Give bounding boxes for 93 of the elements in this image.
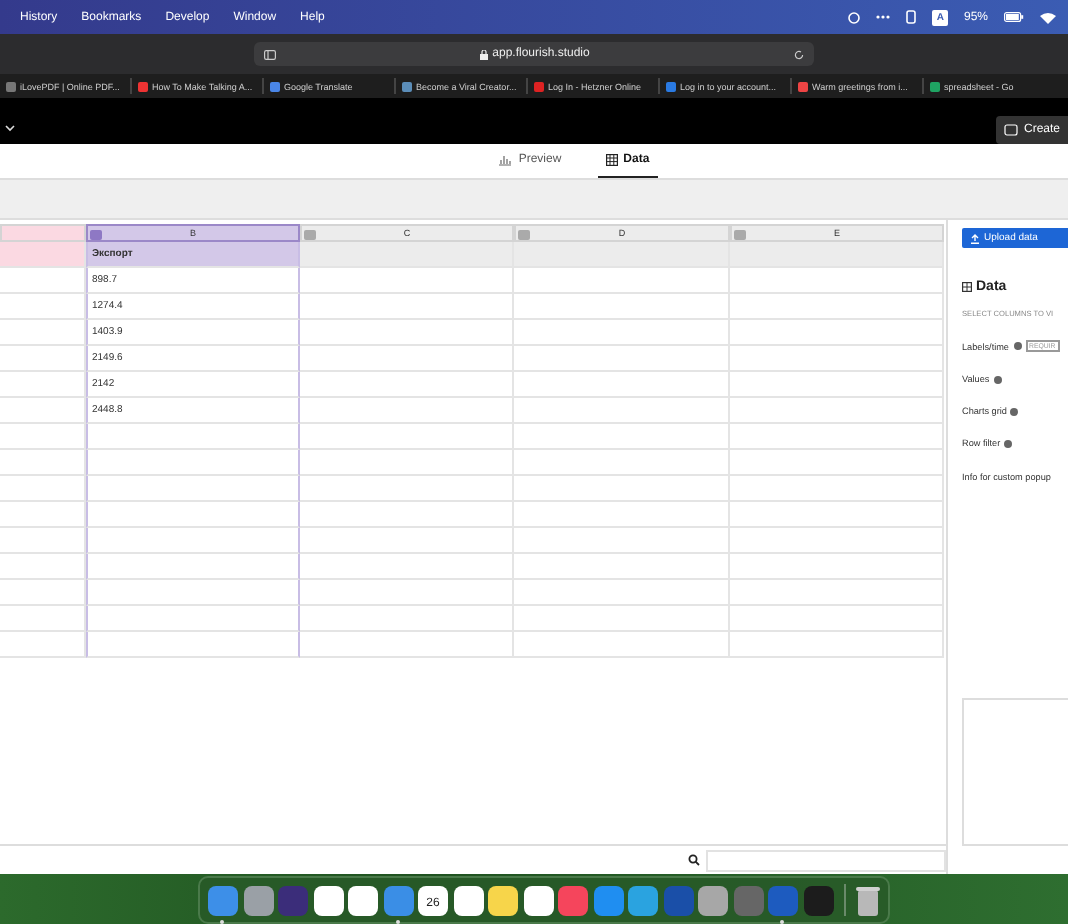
table-cell[interactable] xyxy=(514,242,730,268)
table-cell[interactable] xyxy=(730,372,944,398)
table-cell[interactable] xyxy=(514,346,730,372)
table-cell[interactable] xyxy=(300,528,514,554)
table-cell[interactable] xyxy=(514,424,730,450)
table-cell[interactable] xyxy=(730,606,944,632)
table-cell[interactable] xyxy=(514,606,730,632)
table-cell[interactable] xyxy=(86,554,300,580)
sidebar-icon[interactable] xyxy=(264,49,276,59)
table-cell[interactable] xyxy=(730,476,944,502)
table-cell[interactable] xyxy=(514,476,730,502)
chevron-down-icon[interactable] xyxy=(4,123,16,131)
table-cell[interactable] xyxy=(514,294,730,320)
table-cell[interactable] xyxy=(514,502,730,528)
table-cell[interactable] xyxy=(300,606,514,632)
table-cell[interactable] xyxy=(730,554,944,580)
table-cell[interactable] xyxy=(300,346,514,372)
table-cell[interactable] xyxy=(730,424,944,450)
table-cell[interactable] xyxy=(86,632,300,658)
info-icon[interactable] xyxy=(993,375,1002,383)
trash-icon[interactable] xyxy=(856,885,880,915)
table-cell[interactable] xyxy=(0,528,86,554)
table-cell[interactable] xyxy=(300,294,514,320)
table-cell[interactable] xyxy=(0,632,86,658)
table-cell[interactable] xyxy=(300,450,514,476)
table-icon xyxy=(605,154,618,166)
table-cell[interactable] xyxy=(730,398,944,424)
table-cell[interactable] xyxy=(730,502,944,528)
table-cell[interactable] xyxy=(730,320,944,346)
table-cell[interactable] xyxy=(0,346,86,372)
search-field[interactable] xyxy=(706,849,946,871)
upload-icon xyxy=(970,233,980,243)
table-cell[interactable] xyxy=(730,242,944,268)
table-cell[interactable] xyxy=(0,580,86,606)
table-cell[interactable] xyxy=(300,632,514,658)
table-cell[interactable] xyxy=(300,424,514,450)
table-cell[interactable] xyxy=(300,320,514,346)
table-cell[interactable] xyxy=(300,502,514,528)
table-cell[interactable] xyxy=(514,632,730,658)
info-icon[interactable] xyxy=(1013,342,1021,350)
table-cell[interactable] xyxy=(730,346,944,372)
lock-icon xyxy=(480,49,489,59)
table-cell[interactable] xyxy=(0,294,86,320)
window-icon xyxy=(1003,123,1018,135)
table-cell[interactable] xyxy=(730,580,944,606)
table-cell[interactable] xyxy=(730,450,944,476)
table-cell[interactable] xyxy=(514,268,730,294)
table-cell[interactable] xyxy=(86,424,300,450)
table-cell[interactable] xyxy=(300,398,514,424)
table-cell[interactable] xyxy=(300,580,514,606)
table-cell[interactable] xyxy=(514,450,730,476)
table-cell[interactable] xyxy=(730,268,944,294)
table-cell[interactable] xyxy=(300,242,514,268)
bar-chart-icon xyxy=(498,154,513,166)
table-cell[interactable] xyxy=(0,398,86,424)
table-cell[interactable] xyxy=(86,606,300,632)
table-cell[interactable] xyxy=(0,554,86,580)
table-cell[interactable] xyxy=(0,320,86,346)
table-cell[interactable] xyxy=(300,268,514,294)
table-cell[interactable] xyxy=(0,450,86,476)
table-cell[interactable] xyxy=(0,606,86,632)
info-icon[interactable] xyxy=(1004,439,1013,447)
table-cell[interactable] xyxy=(0,502,86,528)
table-cell[interactable] xyxy=(514,320,730,346)
table-cell[interactable] xyxy=(730,528,944,554)
table-cell[interactable] xyxy=(0,424,86,450)
table-cell[interactable] xyxy=(300,476,514,502)
wifi-icon[interactable] xyxy=(1040,11,1056,23)
table-cell[interactable] xyxy=(514,398,730,424)
table-icon xyxy=(962,282,972,292)
table-cell[interactable] xyxy=(86,580,300,606)
table-cell[interactable] xyxy=(0,268,86,294)
dots-icon[interactable] xyxy=(876,14,891,20)
table-cell[interactable] xyxy=(300,372,514,398)
table-cell[interactable] xyxy=(0,372,86,398)
battery-icon[interactable] xyxy=(1004,12,1024,22)
reload-icon[interactable] xyxy=(794,49,804,59)
table-cell[interactable] xyxy=(514,580,730,606)
table-cell[interactable] xyxy=(0,242,86,268)
table-cell[interactable] xyxy=(514,372,730,398)
table-cell[interactable] xyxy=(0,476,86,502)
search-icon[interactable] xyxy=(688,854,700,866)
table-cell[interactable] xyxy=(730,294,944,320)
table-cell[interactable] xyxy=(86,528,300,554)
table-cell[interactable] xyxy=(730,632,944,658)
info-icon[interactable] xyxy=(1010,407,1019,415)
table-cell[interactable] xyxy=(514,528,730,554)
table-cell[interactable] xyxy=(514,554,730,580)
column-header[interactable] xyxy=(0,224,86,242)
table-cell[interactable] xyxy=(86,476,300,502)
table-cell[interactable] xyxy=(86,502,300,528)
table-cell[interactable] xyxy=(300,554,514,580)
table-cell[interactable] xyxy=(86,450,300,476)
